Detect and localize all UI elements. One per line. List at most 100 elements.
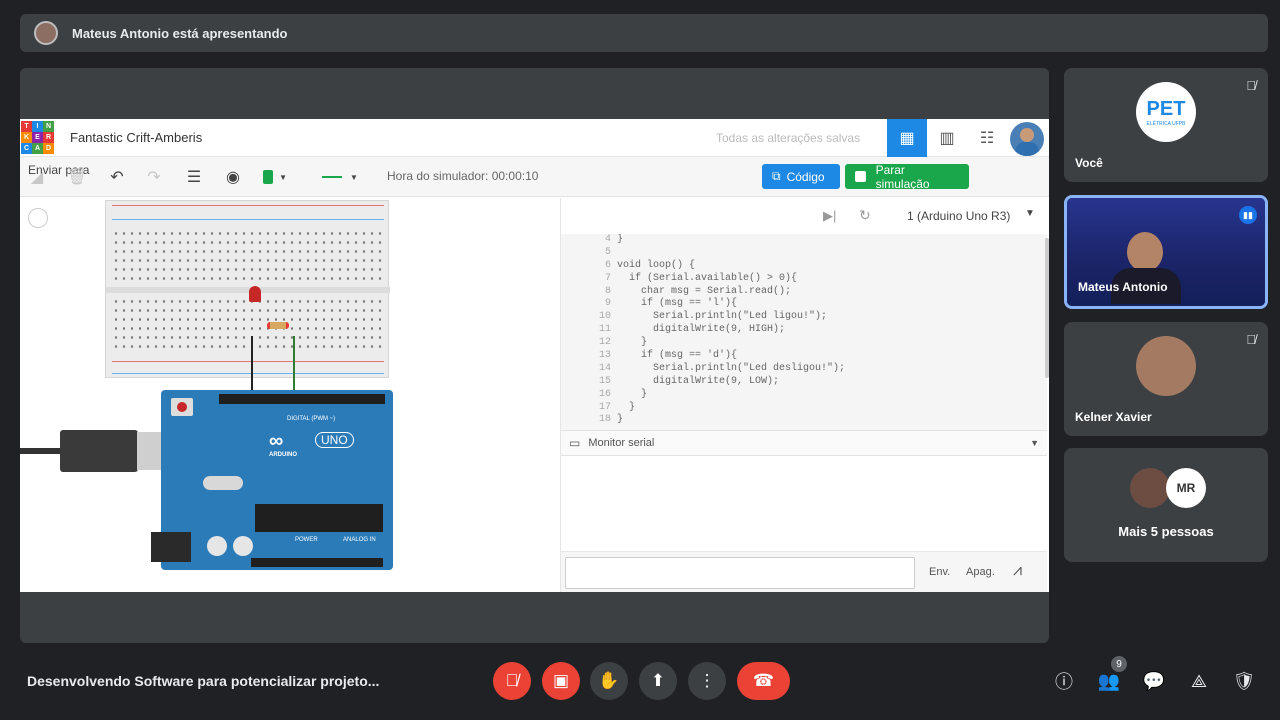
serial-output (561, 456, 1047, 551)
code-editor[interactable]: 4} 5 6 void loop() {7 if (Serial.available(… (561, 234, 1047, 430)
board-selector[interactable]: 1 (Arduino Uno R3) (907, 209, 1010, 223)
line-number: 13 (598, 350, 611, 362)
undo-icon: ↶ (110, 169, 124, 186)
reset-button[interactable] (171, 398, 193, 416)
breadboard[interactable] (105, 200, 390, 378)
line-number: 12 (598, 337, 611, 349)
participant-tile-self[interactable]: PET ELÉTRICA UFPB 🎙̸ Você (1064, 68, 1268, 182)
undo-button[interactable]: ↶ (105, 165, 129, 189)
chip-icon: ▥ (939, 130, 955, 147)
graph-button[interactable]: ⩘ (1013, 562, 1022, 580)
user-avatar[interactable] (1010, 122, 1044, 156)
crystal (203, 476, 243, 490)
wire-black[interactable] (251, 336, 253, 396)
chevron-down-icon: ▼ (1030, 438, 1039, 448)
wire-type-picker[interactable]: ▼ (318, 165, 362, 189)
step-button[interactable]: ▶| (823, 208, 836, 224)
chevron-down-icon[interactable]: ▼ (1025, 208, 1035, 219)
tinkercad-logo[interactable]: TIN KER CAD (21, 121, 54, 154)
serial-monitor-label: Monitor serial (588, 437, 655, 449)
people-count-badge: 9 (1111, 656, 1127, 672)
logo-letter: A (32, 143, 43, 154)
wire-green[interactable] (293, 336, 295, 396)
resistor[interactable] (267, 322, 289, 329)
shield-lock-icon: 🛡 (1232, 670, 1256, 691)
line-number: 14 (598, 362, 611, 374)
notes-button[interactable]: ☰ (182, 165, 206, 189)
code-scrollbar[interactable] (1045, 238, 1049, 378)
code-panel: ▶| ↻ 1 (Arduino Uno R3) ▼ 4} 5 6 void loop(… (560, 198, 1049, 592)
serial-clear-button[interactable]: Apag. (966, 566, 995, 578)
inspect-button[interactable]: ◉ (221, 165, 245, 189)
meeting-info-button[interactable]: ⓘ (1051, 668, 1077, 694)
led-red[interactable] (249, 286, 261, 302)
logo-letter: N (43, 121, 54, 132)
code-text: char msg = Serial.read(); (617, 285, 792, 297)
logo-letter: K (21, 132, 32, 143)
line-number: 11 (598, 324, 611, 336)
serial-monitor-header[interactable]: ▭ Monitor serial ▼ (561, 430, 1047, 456)
activities-button[interactable]: ⟁ (1186, 668, 1212, 694)
code-line: 14 Serial.println("Led desligou!"); (561, 363, 1047, 376)
power-header (251, 558, 383, 567)
atmega-chip (255, 504, 383, 532)
arduino-board[interactable]: DIGITAL (PWM ~) ∞ ARDUINO UNO POWER ANAL… (151, 390, 393, 570)
code-text: } (617, 414, 624, 426)
code-text: void loop() { (617, 259, 696, 271)
more-participants-tile[interactable]: MR Mais 5 pessoas (1064, 448, 1268, 562)
code-text: Serial.println("Led ligou!"); (617, 311, 828, 323)
more-participants-label: Mais 5 pessoas (1118, 524, 1214, 539)
participant-avatar (1136, 336, 1196, 396)
present-icon: ⬆ (650, 671, 666, 690)
mic-off-icon: 🎙̸ (1246, 332, 1256, 347)
rotate-button[interactable]: ◢ (25, 165, 49, 189)
capacitor-2 (233, 536, 253, 556)
circuit-view-button[interactable]: ▦ (887, 119, 927, 157)
mic-toggle-button[interactable]: 🎙̸ (493, 662, 531, 700)
code-text: if (msg == 'l'){ (617, 298, 738, 310)
project-name[interactable]: Fantastic Crift-Amberis (70, 130, 202, 145)
code-text: } (617, 388, 648, 400)
presenter-text: Mateus Antonio está apresentando (72, 25, 288, 41)
host-controls-button[interactable]: 🛡 (1231, 668, 1257, 694)
stop-simulation-button[interactable]: Parar simulação (845, 162, 969, 191)
fit-view-icon[interactable] (28, 208, 48, 228)
redo-icon: ↷ (147, 169, 161, 186)
tinkercad-header: TIN KER CAD Fantastic Crift-Amberis Toda… (20, 119, 1049, 157)
camera-off-icon: ▣ (552, 671, 570, 690)
serial-send-button[interactable]: Env. (929, 566, 950, 578)
code-icon: ⧉ (772, 169, 781, 183)
participant-tile[interactable]: 🎙̸ Kelner Xavier (1064, 322, 1268, 436)
restart-button[interactable]: ↻ (859, 207, 871, 224)
shared-screen: TIN KER CAD Fantastic Crift-Amberis Toda… (20, 68, 1049, 643)
schematic-view-button[interactable]: ☷ (967, 119, 1007, 157)
line-number: 18 (598, 414, 611, 426)
code-line: 13 if (msg == 'd'){ (561, 350, 1047, 363)
circuit-canvas[interactable]: DIGITAL (PWM ~) ∞ ARDUINO UNO POWER ANAL… (20, 198, 560, 592)
color-picker[interactable]: ▼ (263, 165, 287, 189)
code-button-label: Código (786, 169, 825, 184)
chat-button[interactable]: 💬 (1141, 668, 1167, 694)
redo-button[interactable]: ↷ (142, 165, 166, 189)
participant-tile-speaker[interactable]: ▮▮ Mateus Antonio (1064, 195, 1268, 309)
logo-letter: C (21, 143, 32, 154)
logo-letter: T (21, 121, 32, 132)
line-number: 7 (604, 272, 611, 284)
pet-logo-text: PET (1146, 97, 1186, 120)
capacitor-1 (207, 536, 227, 556)
components-view-button[interactable]: ▥ (927, 119, 967, 157)
rotate-icon: ◢ (30, 169, 44, 186)
code-button[interactable]: ⧉ Código (762, 164, 840, 189)
end-call-button[interactable]: ☎ (737, 662, 790, 700)
more-options-button[interactable]: ⋮ (688, 662, 726, 700)
mr-avatar: MR (1166, 468, 1206, 508)
camera-toggle-button[interactable]: ▣ (542, 662, 580, 700)
activities-icon: ⟁ (1190, 670, 1208, 691)
stop-button-label: Parar simulação (875, 162, 930, 191)
raise-hand-button[interactable]: ✋ (590, 662, 628, 700)
code-text: if (Serial.available() > 0){ (617, 272, 798, 284)
speaking-indicator-icon: ▮▮ (1239, 206, 1257, 224)
delete-button[interactable]: 🗑 (65, 165, 89, 189)
serial-input[interactable] (565, 557, 915, 589)
present-button[interactable]: ⬆ (639, 662, 677, 700)
